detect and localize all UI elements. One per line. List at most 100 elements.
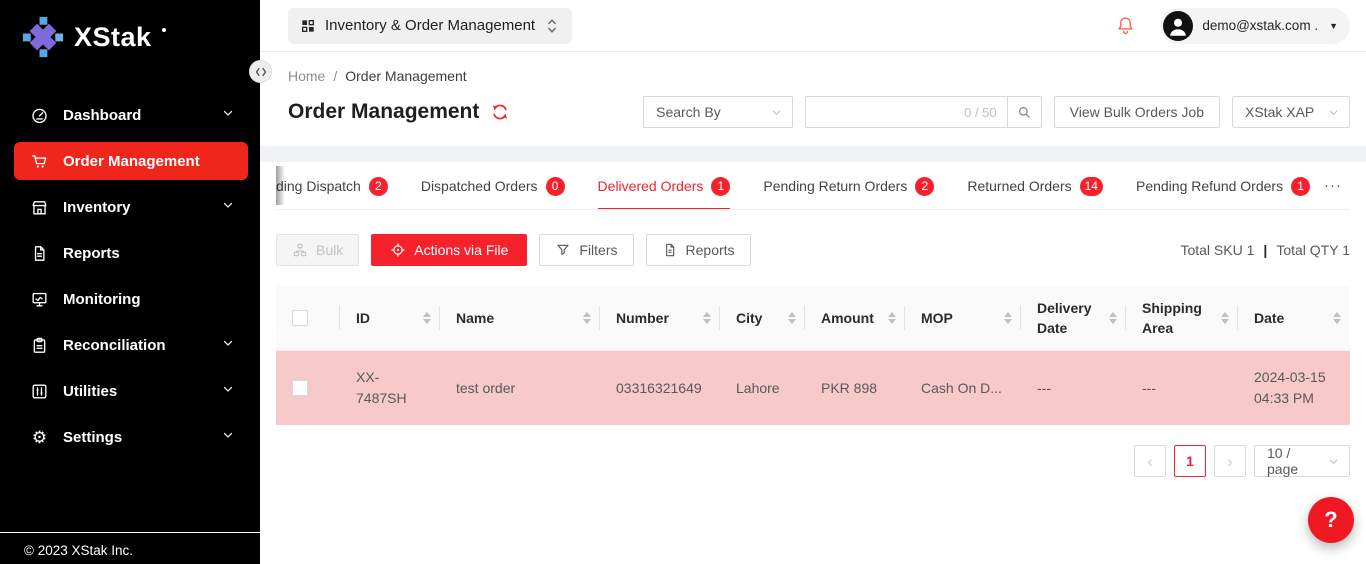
user-email: demo@xstak.com . — [1202, 18, 1318, 33]
col-id: ID — [340, 286, 440, 350]
sidebar-item-inventory[interactable]: Inventory — [14, 188, 248, 226]
user-menu[interactable]: demo@xstak.com . ▼ — [1160, 8, 1350, 44]
actions-via-file-button[interactable]: Actions via File — [371, 234, 527, 266]
search-icon — [1016, 104, 1032, 120]
sidebar-item-settings[interactable]: ⚙ Settings — [14, 418, 248, 456]
sort-icon[interactable] — [1109, 312, 1117, 324]
app-switcher[interactable]: Inventory & Order Management — [288, 8, 572, 44]
page-size-value: 10 / page — [1267, 445, 1320, 477]
app-root: XStak Dashboard Order Management — [0, 0, 1366, 564]
col-number: Number — [600, 286, 720, 350]
tab-returned-orders[interactable]: Returned Orders 14 — [967, 162, 1103, 210]
search-button[interactable] — [1007, 97, 1041, 127]
sort-icon[interactable] — [423, 312, 431, 324]
user-icon — [1165, 13, 1191, 39]
notifications-bell-button[interactable] — [1115, 15, 1136, 36]
filters-button[interactable]: Filters — [539, 234, 633, 266]
tab-delivered-orders[interactable]: Delivered Orders 1 — [598, 162, 731, 210]
topbar: Inventory & Order Management demo@xstak.… — [260, 0, 1366, 52]
app-switcher-label: Inventory & Order Management — [325, 17, 535, 34]
cell-city: Lahore — [720, 351, 805, 425]
sidebar-item-label: Inventory — [63, 199, 222, 216]
xap-select[interactable]: XStak XAP — [1232, 96, 1350, 128]
chevron-down-icon — [222, 382, 234, 400]
orders-table: ID Name Number City Amount MOP Delivery … — [276, 286, 1350, 425]
table-header-row: ID Name Number City Amount MOP Delivery … — [276, 286, 1350, 351]
sort-icon[interactable] — [583, 312, 591, 324]
search-by-select[interactable]: Search By — [643, 96, 793, 128]
brand-reg-mark — [162, 28, 166, 32]
sidebar: XStak Dashboard Order Management — [0, 0, 260, 564]
page-1-button[interactable]: 1 — [1174, 445, 1206, 477]
col-select — [276, 286, 340, 350]
breadcrumb-current: Order Management — [345, 68, 466, 84]
crosshair-icon — [390, 242, 406, 258]
tab-count-badge: 1 — [711, 177, 730, 196]
bulk-label: Bulk — [316, 242, 343, 258]
filters-label: Filters — [579, 242, 617, 258]
sidebar-item-utilities[interactable]: Utilities — [14, 372, 248, 410]
view-bulk-orders-job-button[interactable]: View Bulk Orders Job — [1054, 96, 1220, 128]
xstak-logo-icon — [22, 16, 64, 58]
row-checkbox[interactable] — [292, 380, 308, 396]
sort-icon[interactable] — [703, 312, 711, 324]
page-head: Home / Order Management Order Management — [260, 52, 1366, 146]
chevron-down-icon — [771, 107, 782, 118]
table-toolbar: Bulk Actions via File Filters Reports To… — [276, 234, 1350, 266]
orders-card: ding Dispatch 2 Dispatched Orders 0 Deli… — [260, 162, 1366, 493]
totals-divider: | — [1263, 242, 1267, 258]
select-all-checkbox[interactable] — [292, 310, 308, 326]
help-button[interactable]: ? — [1308, 497, 1354, 543]
sidebar-item-reconciliation[interactable]: Reconciliation — [14, 326, 248, 364]
col-name: Name — [440, 286, 600, 350]
sidebar-item-label: Reports — [63, 245, 234, 262]
breadcrumb-separator: / — [333, 68, 337, 84]
search-input[interactable] — [806, 97, 964, 127]
breadcrumb-home[interactable]: Home — [288, 68, 325, 84]
page-size-select[interactable]: 10 / page — [1254, 445, 1350, 477]
actions-via-file-label: Actions via File — [414, 242, 508, 258]
tab-dispatched-orders[interactable]: Dispatched Orders 0 — [421, 162, 565, 210]
col-amount: Amount — [805, 286, 905, 350]
totals-summary: Total SKU 1 | Total QTY 1 — [1180, 242, 1350, 258]
cell-amount: PKR 898 — [805, 351, 905, 425]
search-input-group: 0 / 50 — [805, 96, 1042, 128]
app-grid-icon — [300, 18, 316, 34]
sidebar-collapse-toggle[interactable] — [249, 60, 272, 83]
sidebar-item-label: Monitoring — [63, 291, 234, 308]
cell-mop: Cash On D... — [905, 351, 1021, 425]
sidebar-item-monitoring[interactable]: Monitoring — [14, 280, 248, 318]
refresh-button[interactable] — [491, 103, 509, 121]
section-divider-band — [260, 146, 1366, 162]
collapse-expand-icon — [255, 66, 267, 78]
sidebar-item-reports[interactable]: Reports — [14, 234, 248, 272]
total-qty: Total QTY 1 — [1276, 242, 1350, 258]
tab-pending-dispatch[interactable]: ding Dispatch 2 — [276, 162, 388, 210]
chevron-down-icon — [1328, 107, 1339, 118]
cell-delivery-date: --- — [1021, 351, 1126, 425]
tab-count-badge: 2 — [915, 177, 934, 196]
sidebar-item-dashboard[interactable]: Dashboard — [14, 96, 248, 134]
sort-icon[interactable] — [1333, 312, 1341, 324]
sort-icon[interactable] — [1004, 312, 1012, 324]
gear-icon: ⚙ — [30, 428, 49, 447]
xap-select-value: XStak XAP — [1245, 104, 1314, 120]
filter-funnel-icon — [555, 242, 571, 258]
search-by-value: Search By — [656, 104, 721, 120]
bulk-cluster-icon — [292, 242, 308, 258]
tabs-more-button[interactable]: ··· — [1316, 162, 1350, 208]
table-row: XX-7487SH test order 03316321649 Lahore … — [276, 351, 1350, 425]
reports-button[interactable]: Reports — [646, 234, 751, 266]
cell-date: 2024-03-15 04:33 PM — [1238, 351, 1350, 425]
tabs-scroll: ding Dispatch 2 Dispatched Orders 0 Deli… — [276, 162, 1350, 210]
tab-pending-refund-orders[interactable]: Pending Refund Orders 1 — [1136, 162, 1310, 210]
sidebar-footer: © 2023 XStak Inc. — [0, 532, 260, 564]
sort-icon[interactable] — [788, 312, 796, 324]
caret-down-icon: ▼ — [1329, 21, 1338, 31]
tab-pending-return-orders[interactable]: Pending Return Orders 2 — [763, 162, 934, 210]
breadcrumb: Home / Order Management — [288, 68, 1350, 84]
sidebar-item-order-management[interactable]: Order Management — [14, 142, 248, 180]
sort-icon[interactable] — [888, 312, 896, 324]
brand-logo[interactable]: XStak — [0, 0, 260, 58]
sort-icon[interactable] — [1221, 312, 1229, 324]
